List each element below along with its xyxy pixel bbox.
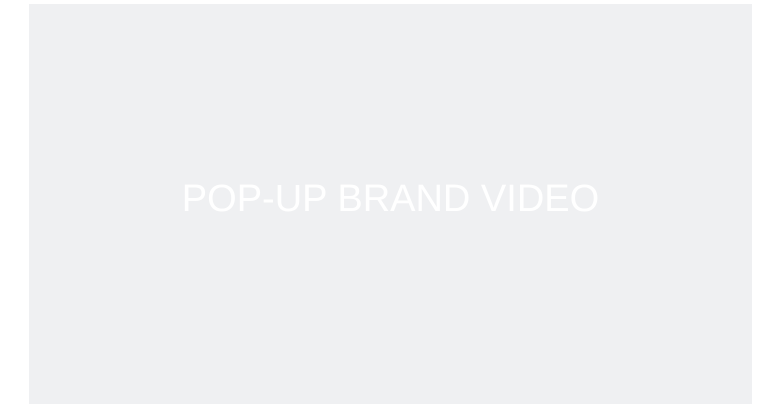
video-title: POP-UP BRAND VIDEO [181,177,600,220]
video-placeholder[interactable]: POP-UP BRAND VIDEO [29,4,752,404]
